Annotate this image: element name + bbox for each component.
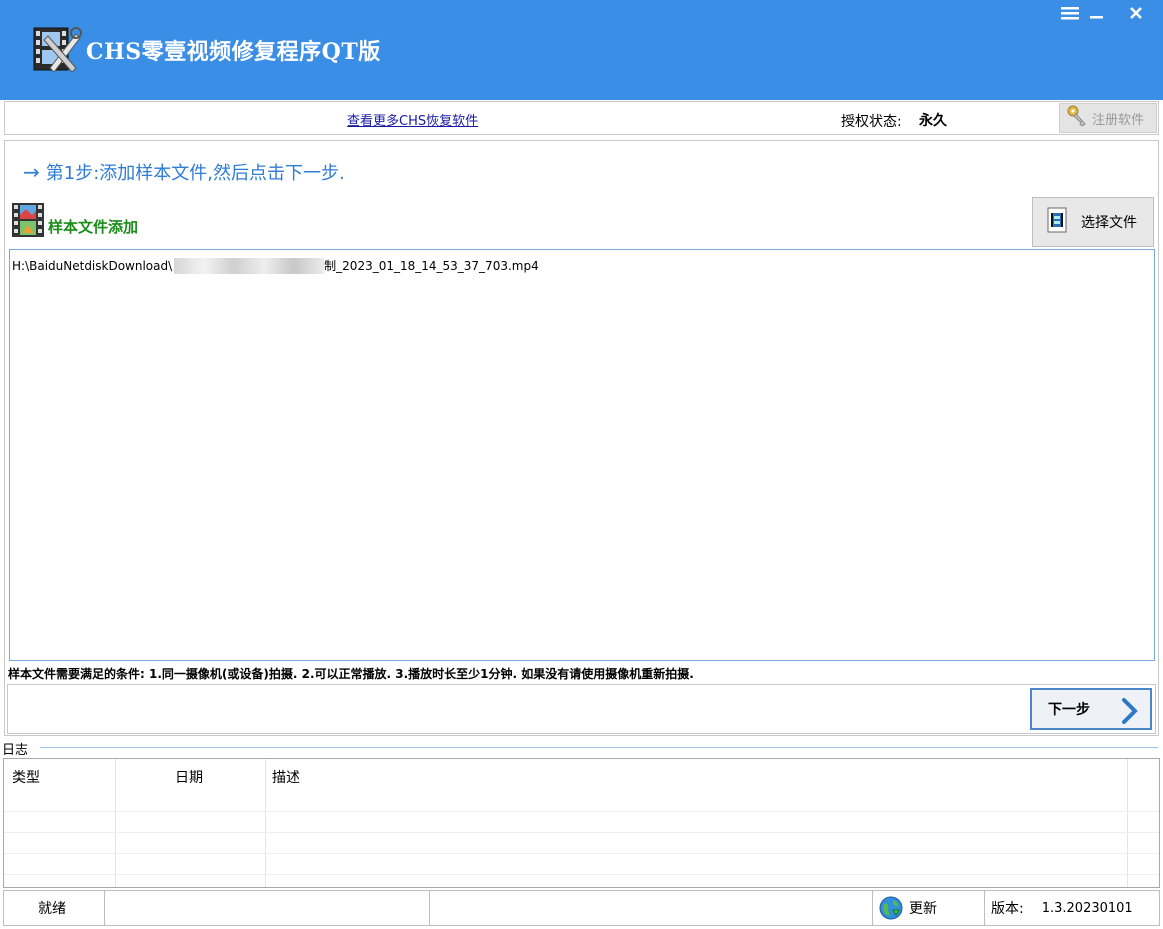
log-group: 日志	[0, 738, 1163, 758]
file-path-prefix: H:\BaiduNetdiskDownload\	[12, 258, 173, 273]
film-tools-icon	[32, 24, 84, 74]
log-header-date[interactable]: 日期	[175, 767, 203, 787]
choose-file-label: 选择文件	[1081, 215, 1137, 231]
row-divider	[4, 853, 1159, 854]
file-path-suffix: 制_2023_01_18_14_53_37_703.mp4	[324, 259, 539, 273]
close-icon[interactable]	[1121, 2, 1151, 24]
chevron-right-icon	[1120, 698, 1140, 728]
film-file-icon	[1047, 207, 1067, 237]
next-step-button[interactable]: 下一步	[1030, 688, 1152, 730]
step-panel: → 第1步:添加样本文件,然后点击下一步. 样本文件添加 选择文件 H:\Bai…	[4, 140, 1159, 736]
keys-icon	[1065, 104, 1089, 132]
next-step-label: 下一步	[1048, 702, 1090, 718]
menu-icon[interactable]	[1055, 2, 1085, 24]
auth-status-label: 授权状态:	[841, 114, 902, 130]
minimize-icon[interactable]	[1082, 2, 1112, 24]
register-button[interactable]: 注册软件	[1059, 103, 1157, 133]
globe-update-icon	[879, 896, 903, 920]
log-legend: 日志	[2, 739, 33, 758]
version-value: 1.3.20230101	[1041, 900, 1133, 916]
row-divider	[4, 832, 1159, 833]
film-strip-icon	[10, 201, 46, 243]
app-title: CHS零壹视频修复程序QT版	[86, 39, 381, 65]
status-bar: 就绪 更新 版本: 1.3.20230101	[3, 890, 1160, 926]
log-column-desc	[266, 759, 1128, 887]
status-text: 就绪	[4, 891, 105, 925]
step-title: → 第1步:添加样本文件,然后点击下一步.	[23, 159, 345, 185]
status-label: 就绪	[38, 901, 66, 917]
update-button[interactable]: 更新	[873, 891, 985, 925]
navigation-area: 下一步	[7, 684, 1156, 734]
status-cell-empty	[430, 891, 873, 925]
step-title-text: 第1步:添加样本文件,然后点击下一步.	[45, 163, 345, 184]
register-label: 注册软件	[1092, 112, 1145, 128]
more-software-link[interactable]: 查看更多CHS恢复软件	[347, 110, 478, 129]
status-cell-empty	[105, 891, 430, 925]
list-item[interactable]: H:\BaiduNetdiskDownload\ 制_2023_01_18_14…	[12, 257, 539, 274]
update-label: 更新	[909, 901, 937, 917]
redacted-segment	[174, 257, 325, 274]
sample-label: 样本文件添加	[48, 217, 139, 236]
auth-status-value: 永久	[919, 113, 947, 129]
version-cell: 版本: 1.3.20230101	[985, 891, 1159, 925]
log-header-type[interactable]: 类型	[12, 767, 40, 787]
version-label: 版本:	[991, 901, 1024, 917]
row-divider	[4, 874, 1159, 875]
sample-file-list[interactable]: H:\BaiduNetdiskDownload\ 制_2023_01_18_14…	[9, 249, 1155, 661]
choose-file-button[interactable]: 选择文件	[1032, 197, 1154, 247]
row-divider	[4, 811, 1159, 812]
divider	[40, 747, 1158, 748]
log-table[interactable]: 类型 日期 描述	[3, 758, 1160, 888]
info-bar: 查看更多CHS恢复软件 授权状态: 永久 注册软件	[4, 101, 1159, 135]
title-bar: CHS零壹视频修复程序QT版	[0, 0, 1163, 100]
sample-conditions: 样本文件需要满足的条件: 1.同一摄像机(或设备)拍摄. 2.可以正常播放. 3…	[8, 667, 694, 681]
sample-header: 样本文件添加	[10, 201, 138, 243]
arrow-right-icon: →	[23, 160, 40, 184]
log-header-desc[interactable]: 描述	[272, 767, 300, 787]
